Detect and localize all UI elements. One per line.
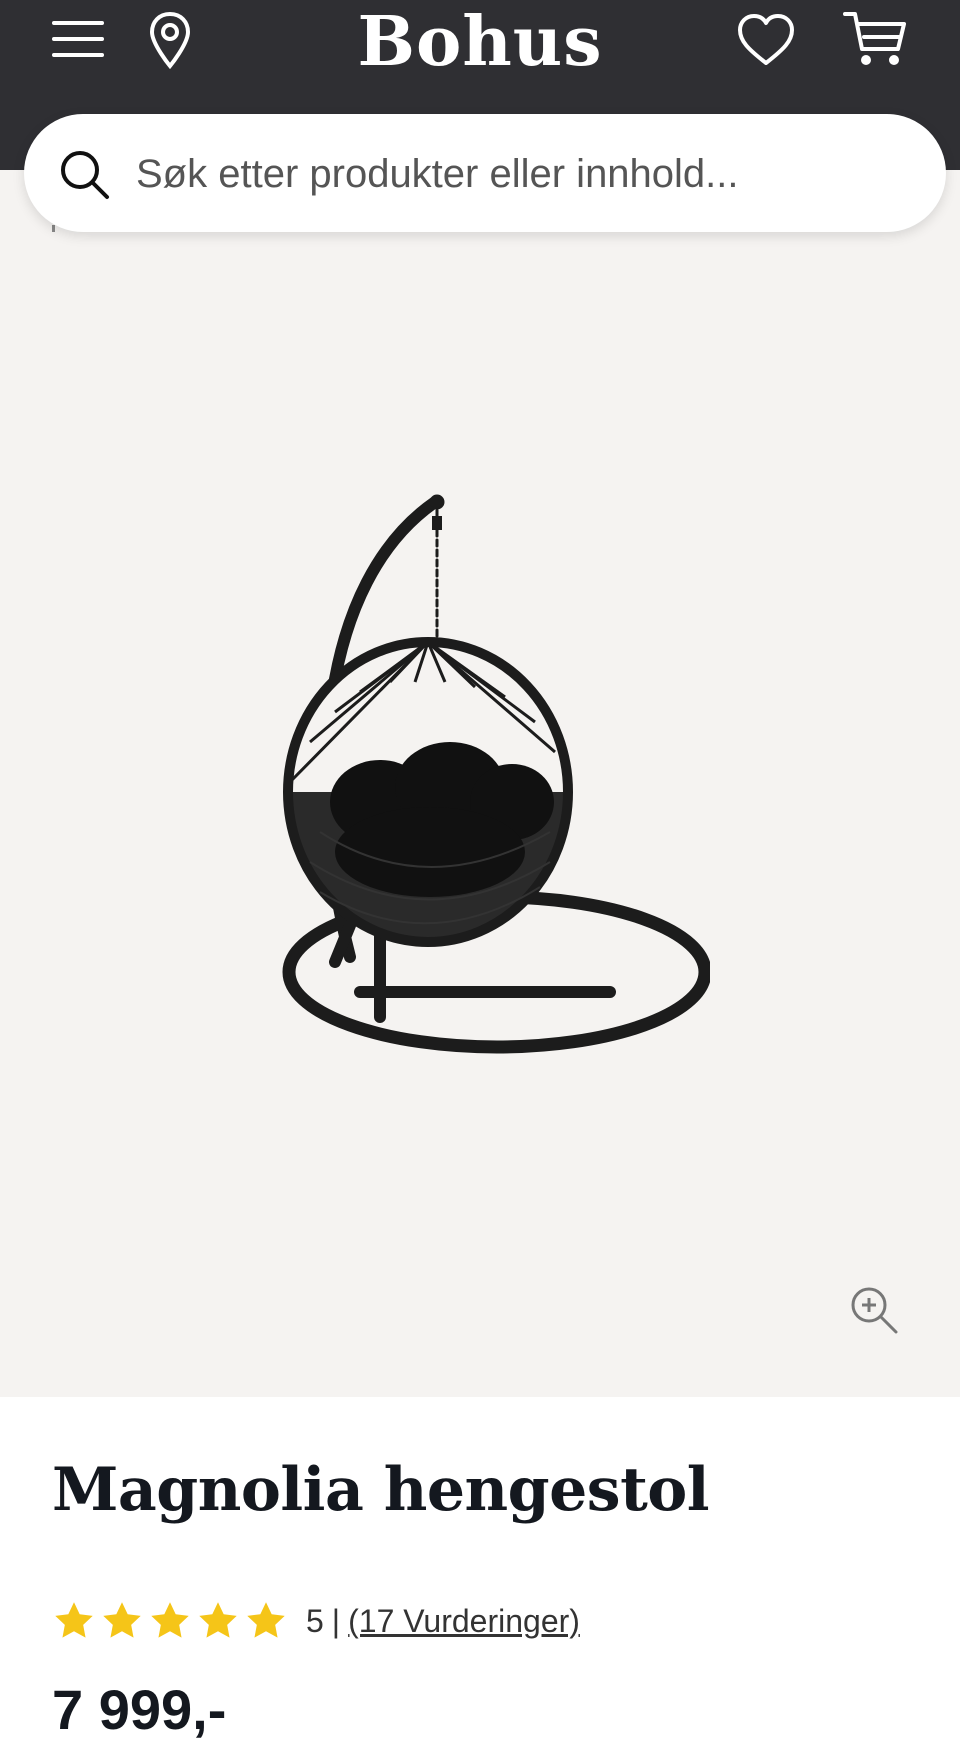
heart-icon[interactable] bbox=[734, 10, 798, 70]
cart-icon[interactable] bbox=[840, 8, 910, 70]
star-icon bbox=[151, 1602, 189, 1638]
product-title: Magnolia hengestol bbox=[52, 1455, 710, 1525]
site-logo[interactable]: Bohus bbox=[0, 2, 960, 82]
star-icon bbox=[103, 1602, 141, 1638]
product-rating: 5 | (17 Vurderinger) bbox=[52, 1597, 580, 1645]
rating-separator: | bbox=[331, 1602, 341, 1639]
product-price: 7 999,- bbox=[52, 1678, 227, 1741]
search-icon[interactable] bbox=[58, 148, 110, 200]
search-input[interactable] bbox=[134, 134, 918, 214]
star-icon bbox=[55, 1602, 93, 1638]
star-icon bbox=[247, 1602, 285, 1638]
reviews-link[interactable]: (17 Vurderinger) bbox=[348, 1603, 580, 1640]
product-gallery bbox=[0, 232, 960, 1574]
zoom-in-icon[interactable] bbox=[848, 1284, 900, 1336]
rating-score: 5 bbox=[306, 1602, 324, 1639]
star-icon bbox=[199, 1602, 237, 1638]
rating-stars bbox=[52, 1599, 288, 1643]
product-info: Magnolia hengestol 5 | (17 Vurderinger) … bbox=[0, 1397, 960, 1757]
hanging-egg-chair-image[interactable] bbox=[250, 382, 712, 1322]
search-bar bbox=[24, 114, 946, 232]
